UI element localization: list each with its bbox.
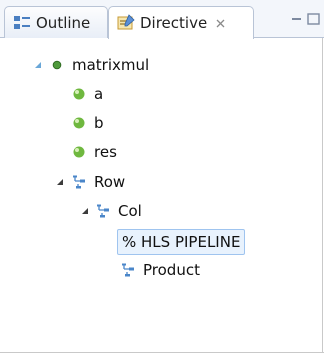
expand-twisty-icon[interactable]: [33, 60, 43, 70]
outline-icon: [14, 15, 30, 29]
directive-icon: [117, 14, 135, 30]
tree-node-row[interactable]: Row: [72, 169, 125, 195]
tree-node-a[interactable]: a: [72, 81, 103, 107]
tree-node-label: matrixmul: [72, 56, 150, 74]
close-icon[interactable]: [215, 18, 226, 29]
minimize-maximize-icon[interactable]: [290, 12, 320, 26]
tree-node-product[interactable]: Product: [121, 257, 200, 283]
loop-icon: [73, 175, 85, 189]
tab-outline[interactable]: Outline: [4, 6, 108, 38]
view-bottom-border: [0, 352, 324, 353]
variable-ball-icon: [73, 146, 85, 158]
tree-node-hls-pipeline-directive[interactable]: % HLS PIPELINE: [117, 229, 246, 255]
loop-icon: [122, 263, 134, 277]
directive-tree: matrixmul a b res Row Col % HLS PIPELINE…: [0, 40, 324, 358]
variable-ball-icon: [73, 88, 85, 100]
tree-node-label: Row: [94, 173, 126, 191]
view-tab-bar: Outline Directive: [0, 0, 324, 39]
tree-node-label: Col: [118, 202, 142, 220]
directive-view: Outline Directive matrixmul a b res Row …: [0, 0, 324, 358]
tree-node-label: b: [94, 114, 104, 132]
tree-node-label: a: [94, 85, 104, 103]
loop-icon: [97, 204, 109, 218]
directive-label: % HLS PIPELINE: [122, 233, 241, 251]
tab-outline-label: Outline: [36, 13, 91, 32]
tree-node-res[interactable]: res: [72, 139, 117, 165]
tree-node-label: Product: [143, 261, 200, 279]
function-dot-icon: [52, 60, 62, 70]
tree-node-b[interactable]: b: [72, 110, 104, 136]
tab-directive[interactable]: Directive: [108, 6, 254, 39]
expand-twisty-icon[interactable]: [80, 206, 90, 216]
tree-node-col[interactable]: Col: [96, 198, 142, 224]
tree-node-matrixmul[interactable]: matrixmul: [50, 52, 149, 78]
expand-twisty-icon[interactable]: [55, 177, 65, 187]
tree-node-label: res: [94, 143, 117, 161]
view-right-border: [322, 38, 323, 353]
tab-directive-label: Directive: [140, 14, 208, 32]
variable-ball-icon: [73, 117, 85, 129]
